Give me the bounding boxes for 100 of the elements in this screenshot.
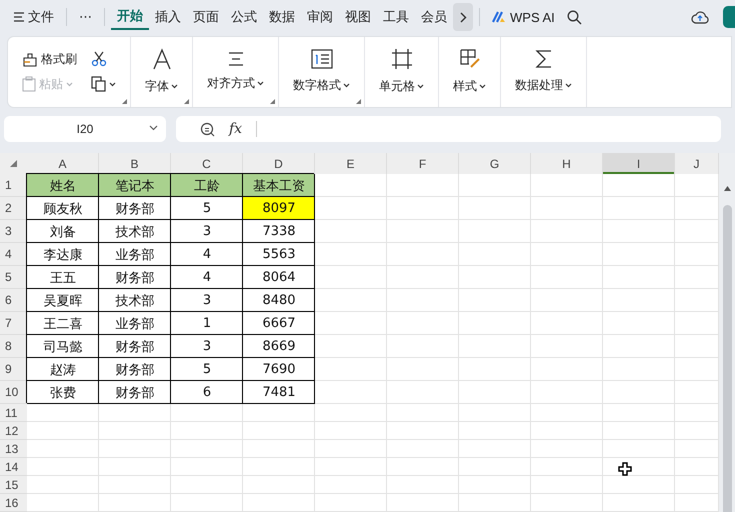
table-cell: 技术部	[99, 289, 171, 312]
table-cell: 财务部	[99, 266, 171, 290]
zoom-out-icon[interactable]	[200, 122, 215, 137]
row-header[interactable]: 15	[0, 476, 27, 494]
table-cell: 笔记本	[99, 174, 171, 198]
column-header[interactable]: I	[603, 153, 675, 174]
name-box[interactable]: I20	[4, 116, 166, 142]
ribbon-tab[interactable]: 数据	[263, 4, 301, 30]
file-menu[interactable]: 文件	[8, 4, 60, 30]
table-cell: 7481	[243, 381, 315, 404]
caret-icon	[343, 83, 350, 88]
expand-corner-icon[interactable]	[122, 99, 127, 104]
table-cell: 司马懿	[27, 335, 99, 358]
number-format-icon	[310, 49, 332, 70]
expand-corner-icon[interactable]	[356, 99, 361, 104]
table-cell: 财务部	[99, 197, 171, 220]
ai-logo-icon	[492, 11, 506, 24]
cursor-icon	[618, 462, 632, 476]
ribbon-group-button[interactable]: 字体	[145, 78, 178, 96]
column-header[interactable]: C	[171, 153, 243, 174]
ribbon-group-button[interactable]: 对齐方式	[207, 75, 264, 92]
vertical-scrollbar[interactable]	[719, 153, 735, 512]
style-brush-icon	[458, 48, 480, 70]
caret-icon	[66, 82, 73, 87]
select-all-icon[interactable]	[10, 160, 17, 168]
column-header[interactable]: J	[675, 153, 719, 174]
ribbon-tab[interactable]: 工具	[377, 4, 415, 30]
table-cell: 8097	[243, 197, 315, 220]
sigma-icon	[534, 49, 554, 70]
ribbon-tab[interactable]: 插入	[149, 4, 187, 30]
ai-button[interactable]: WPS AI	[486, 4, 561, 30]
caret-icon	[479, 84, 486, 90]
table-cell: 基本工资	[243, 174, 315, 198]
column-header[interactable]: B	[99, 153, 171, 174]
ribbon-tab[interactable]: 页面	[187, 4, 225, 30]
ribbon-tab[interactable]: 开始	[111, 4, 149, 30]
row-header[interactable]: 6	[0, 289, 27, 312]
menu-icon	[14, 12, 24, 22]
table-cell: 财务部	[99, 381, 171, 404]
row-header[interactable]: 16	[0, 494, 27, 512]
column-header[interactable]: H	[531, 153, 603, 174]
share-button[interactable]	[723, 6, 735, 28]
ribbon-group-button[interactable]: 样式	[453, 78, 486, 96]
function-label[interactable]: fx	[229, 121, 242, 138]
row-header[interactable]: 2	[0, 197, 27, 220]
caret-icon	[257, 81, 264, 86]
ribbon-tab[interactable]: 公式	[225, 4, 263, 30]
table-cell: 业务部	[99, 312, 171, 336]
chevron-down-icon	[149, 125, 158, 132]
table-cell: 赵涛	[27, 358, 99, 382]
row-header[interactable]: 5	[0, 266, 27, 290]
ribbon-tab[interactable]: 审阅	[301, 4, 339, 30]
table-cell: 6	[171, 381, 243, 404]
row-header[interactable]: 9	[0, 358, 27, 382]
scissors-icon[interactable]	[91, 50, 107, 67]
row-header[interactable]: 13	[0, 440, 27, 458]
ribbon-tab[interactable]: 会员	[415, 4, 453, 30]
ribbon-group-button[interactable]: 数字格式	[293, 77, 350, 94]
cell-border-icon	[390, 48, 412, 70]
column-header[interactable]: D	[243, 153, 315, 174]
table-cell: 业务部	[99, 243, 171, 266]
table-cell: 刘备	[27, 220, 99, 244]
ribbon-group-button[interactable]: 单元格	[379, 78, 424, 96]
row-header[interactable]: 1	[0, 174, 27, 198]
table-cell: 财务部	[99, 358, 171, 382]
table-cell: 8480	[243, 289, 315, 312]
more-menu[interactable]: ⋯	[73, 4, 98, 30]
column-header[interactable]: G	[459, 153, 531, 174]
row-header[interactable]: 12	[0, 422, 27, 440]
row-header[interactable]: 4	[0, 243, 27, 266]
row-header[interactable]: 8	[0, 335, 27, 358]
format-painter-button[interactable]: 格式刷	[22, 50, 77, 68]
column-header[interactable]: F	[387, 153, 459, 174]
copy-button[interactable]	[91, 76, 116, 93]
column-header[interactable]: A	[27, 153, 99, 174]
row-header[interactable]: 7	[0, 312, 27, 336]
table-cell: 8669	[243, 335, 315, 358]
table-cell: 顾友秋	[27, 197, 99, 220]
formula-bar[interactable]: fx	[176, 116, 721, 142]
letter-a-icon	[150, 48, 172, 70]
table-cell: 姓名	[27, 174, 99, 198]
align-lines-icon	[226, 51, 244, 68]
table-cell: 5	[171, 358, 243, 382]
expand-corner-icon[interactable]	[270, 99, 275, 104]
cloud-upload-icon[interactable]	[691, 9, 709, 26]
row-header[interactable]: 14	[0, 458, 27, 476]
row-header[interactable]: 10	[0, 381, 27, 404]
scrollbar-thumb[interactable]	[722, 205, 732, 512]
ribbon-tab[interactable]: 视图	[339, 4, 377, 30]
search-icon[interactable]	[566, 10, 582, 25]
expand-corner-icon[interactable]	[184, 99, 189, 104]
ribbon-group-button[interactable]: 数据处理	[515, 77, 572, 94]
scroll-tabs-button[interactable]	[453, 3, 473, 32]
chevron-right-icon	[460, 12, 466, 23]
table-cell: 7338	[243, 220, 315, 244]
table-cell: 3	[171, 335, 243, 358]
row-header[interactable]: 11	[0, 404, 27, 422]
column-header[interactable]: E	[315, 153, 387, 174]
row-header[interactable]: 3	[0, 220, 27, 244]
scroll-up-icon[interactable]	[724, 186, 730, 192]
